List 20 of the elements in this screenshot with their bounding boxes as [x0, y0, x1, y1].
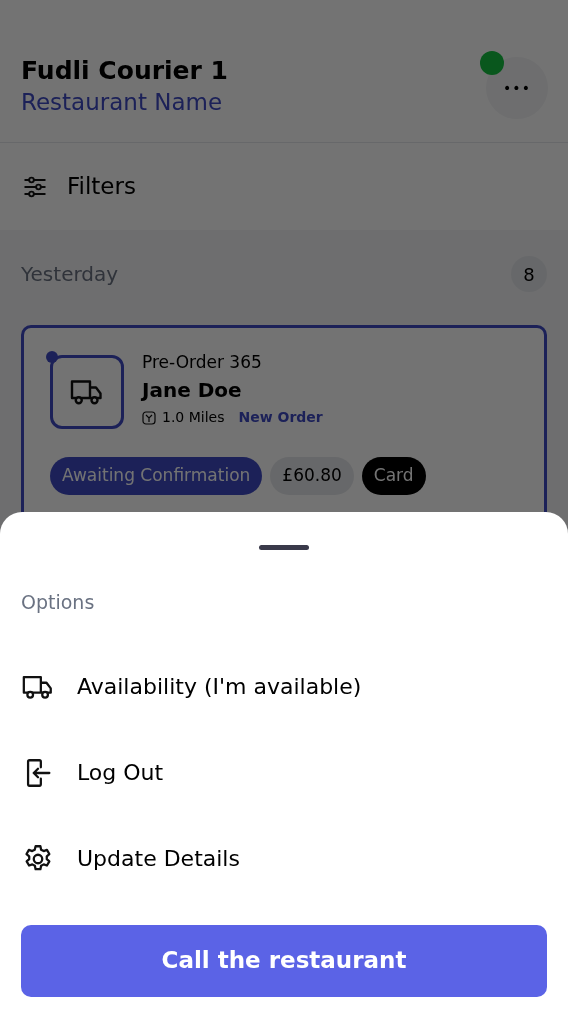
price-badge: £60.80: [270, 457, 354, 495]
call-restaurant-button[interactable]: Call the restaurant: [21, 924, 547, 997]
drag-handle[interactable]: [259, 545, 309, 550]
order-number: Pre-Order 365: [142, 351, 263, 374]
sheet-title: Options: [21, 590, 96, 615]
count-badge: 8: [511, 256, 547, 292]
section-title: Yesterday: [21, 261, 119, 288]
more-button[interactable]: •••: [486, 57, 548, 119]
distance-icon: [142, 410, 156, 425]
customer-name: Jane Doe: [142, 377, 243, 404]
restaurant-name: Restaurant Name: [21, 88, 224, 117]
payment-badge: Card: [361, 457, 426, 495]
option-item[interactable]: Availability (I'm available): [21, 662, 547, 711]
filters-button[interactable]: Filters: [21, 169, 136, 204]
courier-name: Fudli Courier 1: [21, 55, 228, 87]
distance-text: 1.0 Miles: [162, 408, 225, 427]
option-item[interactable]: Log Out: [21, 748, 547, 797]
status-badge: Awaiting Confirmation: [50, 457, 263, 495]
option-item[interactable]: Update Details: [21, 834, 547, 883]
new-order-tag: New Order: [238, 407, 323, 428]
